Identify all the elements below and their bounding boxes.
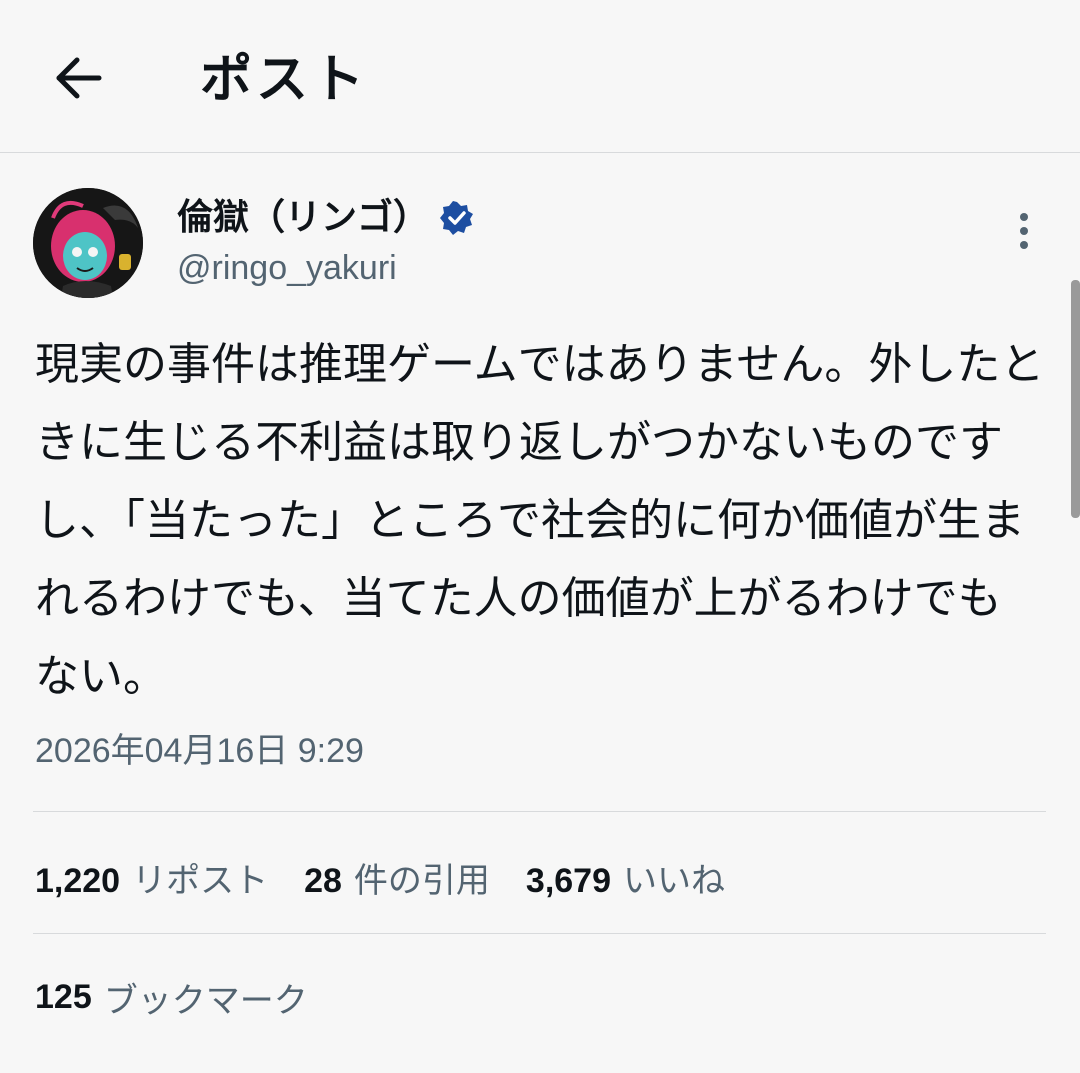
bookmarks-label: ブックマーク (103, 980, 308, 1021)
arrow-left-icon (56, 57, 102, 99)
quotes-count: 28 (304, 861, 342, 900)
reposts-stat[interactable]: 1,220 リポスト (35, 853, 268, 902)
divider (33, 933, 1046, 934)
top-bar: ポスト (0, 0, 1080, 153)
more-vertical-icon (1020, 213, 1028, 249)
bookmarks-stat[interactable]: 125 ブックマーク (35, 970, 308, 1024)
likes-count: 3,679 (525, 861, 612, 900)
post-text: 現実の事件は推理ゲームではありません。外したときに生じる不利益は取り返しがつかな… (35, 339, 1045, 702)
more-options-button[interactable] (1004, 206, 1044, 256)
reposts-count: 1,220 (35, 861, 121, 900)
author-display-name[interactable]: 倫獄（リンゴ） (177, 194, 429, 242)
engagement-stats: 1,220 リポスト 28 件の引用 3,679 いいね (35, 850, 761, 904)
quotes-stat[interactable]: 28 件の引用 (304, 853, 490, 902)
quotes-label: 件の引用 (353, 860, 490, 901)
back-button[interactable] (48, 50, 108, 106)
scrollbar[interactable] (1071, 280, 1080, 518)
avatar-image (33, 188, 143, 298)
author-handle[interactable]: @ringo_yakuri (177, 244, 397, 292)
avatar[interactable] (33, 188, 143, 298)
page-title: ポスト (200, 50, 369, 110)
divider (33, 811, 1046, 812)
verified-badge-icon (440, 201, 474, 235)
likes-stat[interactable]: 3,679 いいね (526, 853, 725, 902)
reposts-label: リポスト (132, 860, 269, 901)
likes-label: いいね (623, 860, 726, 901)
author-name-row[interactable]: 倫獄（リンゴ） (177, 192, 475, 244)
post-timestamp[interactable]: 2026年04月16日 9:29 (35, 725, 364, 777)
bookmarks-count: 125 (35, 977, 92, 1016)
